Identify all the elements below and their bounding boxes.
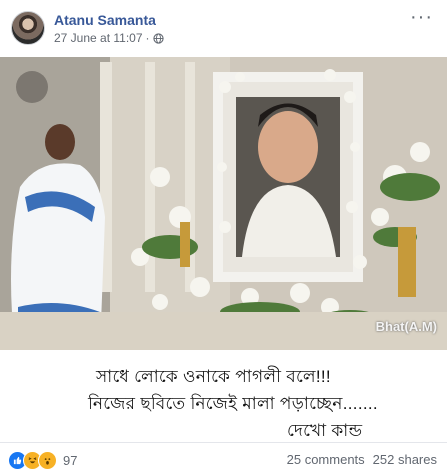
post-meta: 27 June at 11:07 · [54, 31, 164, 45]
post-date[interactable]: 27 June at 11:07 [54, 31, 143, 45]
avatar[interactable] [11, 11, 45, 45]
post-footer: 97 25 comments 252 shares [0, 442, 447, 473]
globe-icon[interactable] [152, 32, 164, 44]
more-options-button[interactable]: ··· [410, 7, 433, 27]
image-caption: সাধে লোকে ওনাকে পাগলী বলে!!! নিজের ছবিতে… [0, 350, 447, 442]
caption-line-3: দেখো কান্ড [287, 421, 363, 440]
meta-separator: · [145, 31, 150, 45]
author-name[interactable]: Atanu Samanta [54, 12, 156, 28]
engagement-counts: 25 comments 252 shares [287, 452, 437, 467]
shares-count[interactable]: 252 shares [373, 452, 437, 467]
watermark: Bhat(A.M) [375, 319, 437, 334]
wow-icon [38, 451, 57, 470]
comments-count[interactable]: 25 comments [287, 452, 365, 467]
post-header: Atanu Samanta 27 June at 11:07 · ··· [0, 0, 447, 56]
caption-line-2: নিজের ছবিতে নিজেই মালা পড়াচ্ছেন....... [88, 394, 378, 413]
caption-line-1: সাধে লোকে ওনাকে পাগলী বলে!!! [96, 367, 331, 386]
reaction-count[interactable]: 97 [63, 453, 77, 468]
post-image[interactable]: Bhat(A.M) সাধে লোকে ওনাকে পাগলী বলে!!! ন… [0, 57, 447, 442]
reactions-summary[interactable]: 97 [8, 451, 77, 470]
photo [0, 57, 447, 350]
